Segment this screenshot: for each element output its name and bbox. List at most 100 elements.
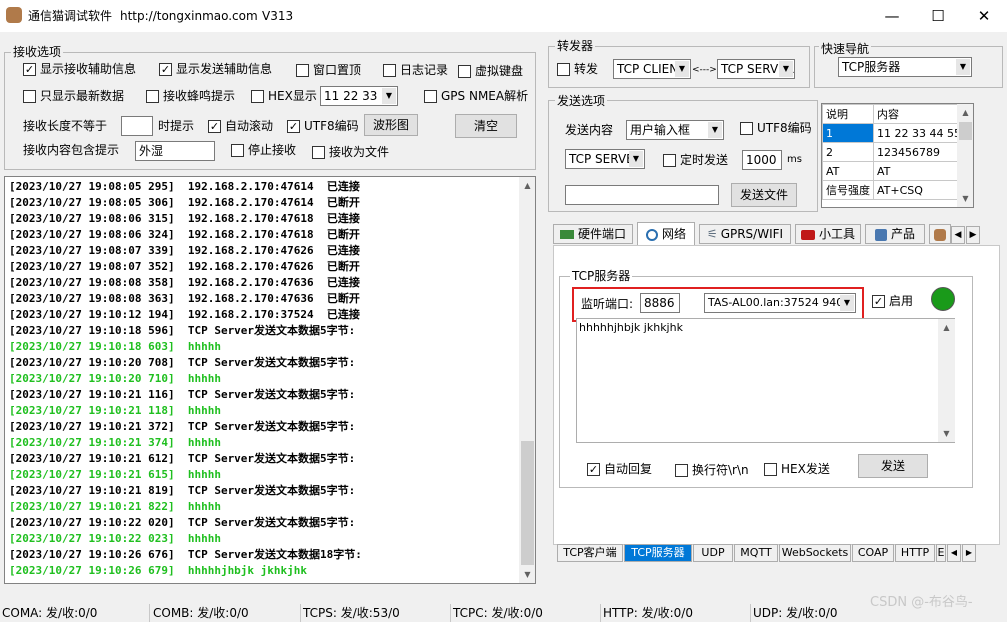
file-path-input[interactable] [565, 185, 719, 205]
status-udp: UDP: 发/收:0/0 [753, 606, 838, 620]
window-top-checkbox[interactable]: 窗口置顶 [296, 62, 361, 78]
log-message: hhhhh [187, 404, 221, 417]
interval-input[interactable]: 1000 [742, 150, 782, 170]
tab-scroll-left[interactable]: ◀ [947, 544, 961, 562]
textarea-scrollbar[interactable]: ▲ ▼ [938, 319, 955, 442]
chevron-left-icon: ◀ [950, 548, 958, 557]
send-content-select[interactable]: 用户输入框 ▼ [626, 120, 724, 140]
tab-gprs-wifi[interactable]: ⚟ GPRS/WIFI [699, 224, 791, 244]
contains-input[interactable]: 外湿 [135, 141, 215, 161]
minimize-button[interactable]: — [869, 0, 915, 32]
tab-tcp-server[interactable]: TCP服务器 [624, 544, 692, 562]
close-button[interactable]: ✕ [961, 0, 1007, 32]
table-row[interactable]: AT AT [822, 161, 965, 181]
auto-reply-checkbox[interactable]: ✓ 自动回复 [587, 461, 652, 477]
scroll-down-icon[interactable]: ▼ [519, 566, 535, 583]
tab-mqtt[interactable]: MQTT [734, 544, 778, 562]
tab-tcp-client[interactable]: TCP客户端 [557, 544, 623, 562]
tab-http[interactable]: HTTP [895, 544, 935, 562]
beep-checkbox[interactable]: 接收蜂鸣提示 [146, 88, 235, 104]
table-scrollbar[interactable]: ▲ ▼ [957, 104, 973, 207]
quicknav-select[interactable]: TCP服务器 ▼ [838, 57, 972, 77]
chevron-down-icon: ▼ [779, 61, 793, 77]
tab-scroll-right[interactable]: ▶ [966, 226, 980, 244]
log-line: [2023/10/27 19:10:22 023] hhhhh [9, 531, 221, 547]
check-icon: ✓ [587, 463, 600, 476]
length-input[interactable] [121, 116, 153, 136]
tab-products[interactable]: 产品 [865, 224, 925, 244]
log-record-checkbox[interactable]: 日志记录 [383, 62, 448, 78]
forward-server-select[interactable]: TCP SERVER ▼ [717, 59, 795, 79]
window-title: 通信猫调试软件 [28, 9, 113, 23]
clear-button[interactable]: 清空 [455, 114, 517, 138]
tab-hardware-port[interactable]: 硬件端口 [553, 224, 633, 244]
log-timestamp: [2023/10/27 19:10:22 020] [9, 516, 175, 529]
send-file-button[interactable]: 发送文件 [731, 183, 797, 207]
waveform-button[interactable]: 波形图 [364, 114, 418, 136]
maximize-button[interactable]: ☐ [915, 0, 961, 32]
tab-network[interactable]: 网络 [637, 222, 695, 246]
receive-log[interactable]: [2023/10/27 19:08:05 295] 192.168.2.170:… [4, 176, 536, 584]
utf8-recv-checkbox[interactable]: ✓ UTF8编码 [287, 118, 359, 134]
show-recv-info-checkbox[interactable]: ✓ 显示接收辅助信息 [23, 61, 136, 77]
scroll-down-icon[interactable]: ▼ [938, 425, 955, 442]
scroll-thumb[interactable] [959, 122, 972, 140]
enable-checkbox[interactable]: ✓ 启用 [872, 293, 913, 309]
scroll-up-icon[interactable]: ▲ [519, 177, 535, 194]
client-select[interactable]: TAS-AL00.lan:37524 9405 ▼ [704, 293, 856, 313]
log-message: 192.168.2.170:47626 已连接 [187, 244, 360, 257]
tab-scroll-right[interactable]: ▶ [962, 544, 976, 562]
forward-arrow-label: <---> [692, 65, 717, 75]
log-message: TCP Server发送文本数据5字节: [187, 420, 356, 433]
tab-websockets[interactable]: WebSockets [779, 544, 851, 562]
tab-more[interactable] [929, 224, 951, 244]
listen-port-input[interactable]: 8886 [640, 293, 680, 313]
latest-only-checkbox[interactable]: 只显示最新数据 [23, 88, 124, 104]
receive-options-title: 接收选项 [11, 45, 64, 59]
scroll-up-icon[interactable]: ▲ [938, 319, 955, 336]
quicknav-title: 快速导航 [819, 42, 872, 56]
table-row[interactable]: 信号强度 AT+CSQ [822, 180, 965, 200]
hex-send-checkbox[interactable]: HEX发送 [764, 461, 830, 477]
hex-display-checkbox[interactable]: HEX显示 [251, 88, 317, 104]
tab-udp[interactable]: UDP [693, 544, 733, 562]
log-scrollbar[interactable]: ▲ ▼ [519, 177, 535, 583]
virtual-keyboard-checkbox[interactable]: 虚拟键盘 [458, 63, 523, 79]
send-target-select[interactable]: TCP SERVER ▼ [565, 149, 645, 169]
hex-format-select[interactable]: 11 22 33 ▼ [320, 86, 398, 106]
log-line: [2023/10/27 19:08:06 324] 192.168.2.170:… [9, 227, 360, 243]
tab-tools[interactable]: 小工具 [795, 224, 861, 244]
log-timestamp: [2023/10/27 19:10:21 118] [9, 404, 175, 417]
chevron-down-icon: ▼ [956, 59, 970, 75]
forwarder-title: 转发器 [555, 39, 596, 53]
chevron-down-icon: ▼ [840, 295, 854, 311]
tab-truncated[interactable]: E [936, 544, 946, 562]
forward-client-select[interactable]: TCP CLIENT ▼ [613, 59, 691, 79]
tcp-server-title: TCP服务器 [570, 269, 633, 283]
send-button[interactable]: 发送 [858, 454, 928, 478]
table-row[interactable]: 2 123456789 [822, 142, 965, 162]
newline-checkbox[interactable]: 换行符\r\n [675, 462, 749, 478]
cat-icon [934, 228, 946, 241]
app-icon [6, 7, 22, 23]
scroll-thumb[interactable] [521, 441, 534, 565]
tab-scroll-left[interactable]: ◀ [951, 226, 965, 244]
log-timestamp: [2023/10/27 19:10:21 819] [9, 484, 175, 497]
utf8-send-checkbox[interactable]: UTF8编码 [740, 120, 812, 136]
gps-nmea-checkbox[interactable]: GPS NMEA解析 [424, 88, 528, 104]
scroll-down-icon[interactable]: ▼ [957, 190, 973, 207]
send-textarea[interactable]: hhhhhjhbjk jkhkjhk ▲ ▼ [576, 318, 955, 443]
show-send-info-checkbox[interactable]: ✓ 显示发送辅助信息 [159, 61, 272, 77]
send-options-title: 发送选项 [555, 94, 608, 108]
stop-recv-checkbox[interactable]: 停止接收 [231, 142, 296, 158]
command-table[interactable]: 说明 内容 1 11 22 33 44 55 2 123456789 AT AT… [821, 103, 974, 208]
forward-checkbox[interactable]: 转发 [557, 61, 598, 77]
recv-to-file-checkbox[interactable]: 接收为文件 [312, 144, 389, 160]
tab-coap[interactable]: COAP [852, 544, 894, 562]
scroll-up-icon[interactable]: ▲ [957, 104, 973, 121]
log-line: [2023/10/27 19:08:06 315] 192.168.2.170:… [9, 211, 360, 227]
log-timestamp: [2023/10/27 19:08:07 352] [9, 260, 175, 273]
timed-send-checkbox[interactable]: 定时发送 [663, 152, 728, 168]
table-row[interactable]: 1 11 22 33 44 55 [822, 123, 965, 143]
autoscroll-checkbox[interactable]: ✓ 自动滚动 [208, 118, 273, 134]
